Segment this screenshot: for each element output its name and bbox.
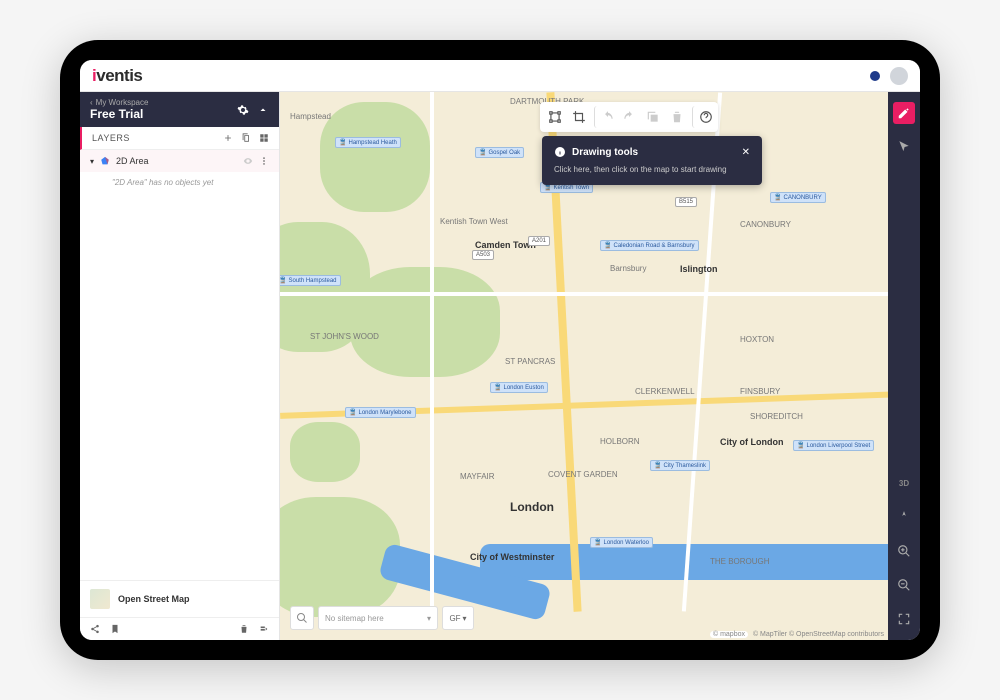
info-icon [554,146,566,158]
copy-draw-icon[interactable] [642,106,664,128]
basemap-selector[interactable]: Open Street Map [80,580,279,617]
compass-icon[interactable] [893,506,915,528]
view-3d-button[interactable]: 3D [893,472,915,494]
user-avatar[interactable] [890,67,908,85]
fullscreen-icon[interactable] [893,608,915,630]
node-tool-icon[interactable] [544,106,566,128]
layer-item[interactable]: ▾ 2D Area [80,150,279,172]
poi-station: 🚆 London Marylebone [345,407,416,418]
top-bar: iventis [80,60,920,92]
sidebar-footer [80,617,279,640]
cursor-icon[interactable] [893,136,915,158]
help-icon[interactable] [692,106,714,128]
zoom-in-icon[interactable] [893,540,915,562]
brand-logo: iventis [92,66,142,86]
crop-tool-icon[interactable] [568,106,590,128]
tablet-frame: iventis ‹ My Workspace Free Trial [60,40,940,660]
basemap-name: Open Street Map [118,594,190,604]
chevron-left-icon: ‹ [90,98,93,107]
tooltip-card: Drawing tools ✕ Click here, then click o… [542,136,762,185]
more-icon[interactable] [259,156,269,166]
gear-icon[interactable] [237,104,249,116]
poi-station: 🚆 Hampstead Heath [335,137,401,148]
bookmark-icon[interactable] [110,624,120,634]
layers-header: LAYERS [80,127,279,150]
visibility-icon[interactable] [243,156,253,166]
add-layer-icon[interactable] [223,133,233,143]
zoom-out-icon[interactable] [893,574,915,596]
map-attribution: © mapbox © MapTiler © OpenStreetMap cont… [710,631,884,638]
export-icon[interactable] [259,624,269,634]
poi-station: 🚆 South Hampstead [280,275,341,286]
tooltip-title: Drawing tools [572,147,638,158]
search-icon[interactable] [290,606,314,630]
edit-icon[interactable] [893,102,915,124]
poi-station: 🚆 CANONBURY [770,192,826,203]
poi-station: 🚆 London Waterloo [590,537,653,548]
poi-station: 🚆 City Thameslink [650,460,710,471]
level-select[interactable]: GF ▾ [442,606,474,630]
sitemap-select[interactable]: No sitemap here ▾ [318,606,438,630]
plan-title: Free Trial [90,107,148,121]
drawing-toolbar [540,102,718,132]
poi-station: 🚆 London Euston [490,382,548,393]
breadcrumb[interactable]: ‹ My Workspace [90,98,148,107]
undo-icon[interactable] [594,106,616,128]
poi-station: 🚆 Gospel Oak [475,147,524,158]
polygon-icon [100,156,110,166]
collapse-icon[interactable] [257,104,269,116]
app-window: iventis ‹ My Workspace Free Trial [80,60,920,640]
delete-draw-icon[interactable] [666,106,688,128]
sidebar-header: ‹ My Workspace Free Trial [80,92,279,127]
layer-name: 2D Area [116,156,149,166]
layer-empty-message: "2D Area" has no objects yet [80,172,279,193]
close-icon[interactable]: ✕ [742,147,750,158]
tooltip-body: Click here, then click on the map to sta… [554,164,750,175]
poi-station: 🚆 London Liverpool Street [793,440,874,451]
share-icon[interactable] [90,624,100,634]
chevron-down-icon: ▾ [427,614,431,623]
map-canvas[interactable]: Hampstead DARTMOUTH PARK HOLLOWAY Kentis… [280,92,888,640]
trash-icon[interactable] [239,624,249,634]
right-rail: 3D [888,92,920,640]
grid-icon[interactable] [259,133,269,143]
copy-icon[interactable] [241,133,251,143]
main-area: ‹ My Workspace Free Trial LAYERS [80,92,920,640]
basemap-thumb [90,589,110,609]
poi-station: 🚆 Caledonian Road & Barnsbury [600,240,699,251]
bottom-search-bar: No sitemap here ▾ GF ▾ [290,606,474,630]
notification-dot[interactable] [870,71,880,81]
sidebar: ‹ My Workspace Free Trial LAYERS [80,92,280,640]
layers-title: LAYERS [92,133,130,143]
chevron-down-icon[interactable]: ▾ [90,157,94,166]
chevron-down-icon: ▾ [463,614,467,623]
redo-icon[interactable] [618,106,640,128]
